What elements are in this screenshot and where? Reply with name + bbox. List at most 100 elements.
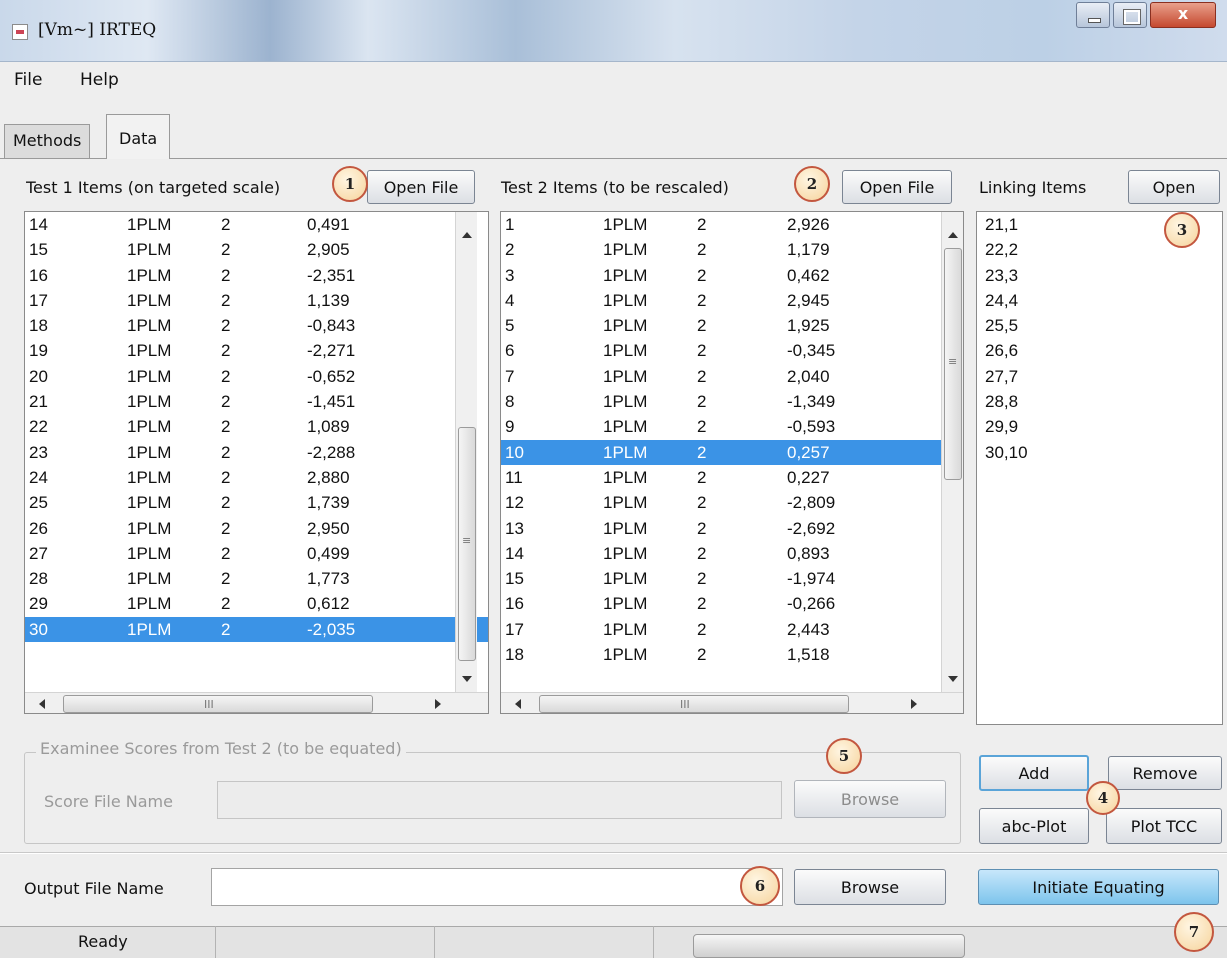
- linking-list-item[interactable]: 26,6: [985, 338, 1222, 363]
- list-item[interactable]: 18 1PLM 2 -0,843: [25, 313, 488, 338]
- linking-list-item[interactable]: 29,9: [985, 414, 1222, 439]
- item-category: 2: [221, 392, 231, 412]
- test2-items-list[interactable]: 1 1PLM 2 2,926 2 1PLM 2 1,179 3 1PLM 2 0,462 4 1PLM 2 2…: [500, 211, 964, 714]
- plot-tcc-button[interactable]: Plot TCC: [1106, 808, 1222, 844]
- linking-list-item[interactable]: 27,7: [985, 364, 1222, 389]
- item-category: 2: [221, 341, 231, 361]
- item-number: 20: [29, 366, 48, 386]
- list-item[interactable]: 30 1PLM 2 -2,035: [25, 616, 488, 643]
- list-item[interactable]: 19 1PLM 2 -2,271: [25, 338, 488, 363]
- test2-open-file-button[interactable]: Open File: [842, 170, 952, 204]
- title-bar[interactable]: [0, 0, 1227, 62]
- list-item[interactable]: 22 1PLM 2 1,089: [25, 414, 488, 439]
- test1-vertical-scrollbar[interactable]: ≡: [455, 212, 477, 692]
- list-item[interactable]: 27 1PLM 2 0,499: [25, 541, 488, 566]
- maximize-button[interactable]: [1113, 2, 1147, 28]
- scroll-grip-icon: III: [204, 698, 214, 711]
- list-item[interactable]: 26 1PLM 2 2,950: [25, 516, 488, 541]
- list-item[interactable]: 16 1PLM 2 -0,266: [501, 591, 963, 616]
- test2-hscroll-thumb[interactable]: III: [539, 695, 849, 713]
- linking-list-item[interactable]: 24,4: [985, 288, 1222, 313]
- list-item[interactable]: 7 1PLM 2 2,040: [501, 364, 963, 389]
- test2-vertical-scrollbar[interactable]: ≡: [941, 212, 963, 692]
- item-model: 1PLM: [603, 645, 648, 665]
- list-item[interactable]: 14 1PLM 2 0,893: [501, 541, 963, 566]
- list-item[interactable]: 16 1PLM 2 -2,351: [25, 263, 488, 288]
- list-item[interactable]: 11 1PLM 2 0,227: [501, 465, 963, 490]
- list-item[interactable]: 25 1PLM 2 1,739: [25, 490, 488, 515]
- item-parameter: 1,179: [787, 240, 830, 260]
- test1-items-list[interactable]: 14 1PLM 2 0,491 15 1PLM 2 2,905 16 1PLM 2 -2,351 17 1…: [24, 211, 489, 714]
- list-item[interactable]: 28 1PLM 2 1,773: [25, 566, 488, 591]
- linking-list-item[interactable]: 28,8: [985, 389, 1222, 414]
- item-parameter: 0,612: [307, 594, 350, 614]
- list-item[interactable]: 23 1PLM 2 -2,288: [25, 440, 488, 465]
- list-item[interactable]: 3 1PLM 2 0,462: [501, 263, 963, 288]
- list-item[interactable]: 21 1PLM 2 -1,451: [25, 389, 488, 414]
- scroll-right-arrow-icon[interactable]: [911, 699, 917, 709]
- item-parameter: -2,809: [787, 493, 836, 513]
- test2-scroll-thumb[interactable]: ≡: [944, 248, 962, 480]
- scroll-up-arrow-icon[interactable]: [948, 232, 958, 238]
- list-item[interactable]: 12 1PLM 2 -2,809: [501, 490, 963, 515]
- item-category: 2: [221, 569, 231, 589]
- list-item[interactable]: 2 1PLM 2 1,179: [501, 237, 963, 262]
- initiate-equating-button[interactable]: Initiate Equating: [978, 869, 1219, 905]
- add-button[interactable]: Add: [979, 755, 1089, 791]
- list-item[interactable]: 15 1PLM 2 -1,974: [501, 566, 963, 591]
- linking-list-item[interactable]: 23,3: [985, 263, 1222, 288]
- linking-open-button[interactable]: Open: [1128, 170, 1220, 204]
- abc-plot-button[interactable]: abc-Plot: [979, 808, 1089, 844]
- tab-data[interactable]: Data: [106, 114, 171, 159]
- output-file-name-field[interactable]: [211, 868, 783, 906]
- list-item[interactable]: 18 1PLM 2 1,518: [501, 642, 963, 667]
- linking-items-list[interactable]: 21,1 22,2 23,3 24,4 25,5 26,6 27,7 28,8 29,9 30,1…: [976, 211, 1223, 725]
- item-number: 25: [29, 493, 48, 513]
- linking-list-item[interactable]: 25,5: [985, 313, 1222, 338]
- item-parameter: 0,462: [787, 265, 830, 285]
- list-item[interactable]: 5 1PLM 2 1,925: [501, 313, 963, 338]
- list-item[interactable]: 4 1PLM 2 2,945: [501, 288, 963, 313]
- scroll-left-arrow-icon[interactable]: [515, 699, 521, 709]
- tab-methods[interactable]: Methods: [4, 124, 91, 158]
- item-category: 2: [697, 594, 707, 614]
- test1-horizontal-scrollbar[interactable]: III: [25, 692, 488, 713]
- list-item[interactable]: 6 1PLM 2 -0,345: [501, 338, 963, 363]
- scroll-down-arrow-icon[interactable]: [462, 676, 472, 682]
- score-file-browse-button[interactable]: Browse: [794, 780, 946, 818]
- test1-open-file-button[interactable]: Open File: [367, 170, 475, 204]
- list-item[interactable]: 24 1PLM 2 2,880: [25, 465, 488, 490]
- output-browse-button[interactable]: Browse: [794, 869, 946, 905]
- remove-button[interactable]: Remove: [1108, 756, 1222, 790]
- list-item[interactable]: 29 1PLM 2 0,612: [25, 591, 488, 616]
- callout-6: 6: [740, 866, 780, 906]
- list-item[interactable]: 10 1PLM 2 0,257: [501, 439, 963, 465]
- menu-help[interactable]: Help: [80, 70, 119, 90]
- list-item[interactable]: 8 1PLM 2 -1,349: [501, 389, 963, 414]
- list-item[interactable]: 20 1PLM 2 -0,652: [25, 364, 488, 389]
- list-item[interactable]: 14 1PLM 2 0,491: [25, 212, 488, 237]
- close-button[interactable]: x: [1150, 2, 1216, 28]
- test1-hscroll-thumb[interactable]: III: [63, 695, 373, 713]
- scroll-up-arrow-icon[interactable]: [462, 232, 472, 238]
- test1-scroll-thumb[interactable]: ≡: [458, 427, 476, 661]
- item-category: 2: [221, 543, 231, 563]
- score-file-name-field[interactable]: [217, 781, 782, 819]
- list-item[interactable]: 15 1PLM 2 2,905: [25, 237, 488, 262]
- scroll-right-arrow-icon[interactable]: [435, 699, 441, 709]
- list-item[interactable]: 17 1PLM 2 2,443: [501, 617, 963, 642]
- list-item[interactable]: 13 1PLM 2 -2,692: [501, 516, 963, 541]
- callout-5: 5: [826, 738, 862, 774]
- scroll-left-arrow-icon[interactable]: [39, 699, 45, 709]
- list-item[interactable]: 17 1PLM 2 1,139: [25, 288, 488, 313]
- item-parameter: -1,451: [307, 392, 356, 412]
- list-item[interactable]: 9 1PLM 2 -0,593: [501, 414, 963, 439]
- test2-horizontal-scrollbar[interactable]: III: [501, 692, 963, 713]
- list-item[interactable]: 1 1PLM 2 2,926: [501, 212, 963, 237]
- linking-list-item[interactable]: 30,10: [985, 440, 1222, 465]
- scroll-down-arrow-icon[interactable]: [948, 676, 958, 682]
- item-model: 1PLM: [603, 569, 648, 589]
- menu-file[interactable]: File: [14, 70, 42, 90]
- item-parameter: 2,880: [307, 467, 350, 487]
- minimize-button[interactable]: [1076, 2, 1110, 28]
